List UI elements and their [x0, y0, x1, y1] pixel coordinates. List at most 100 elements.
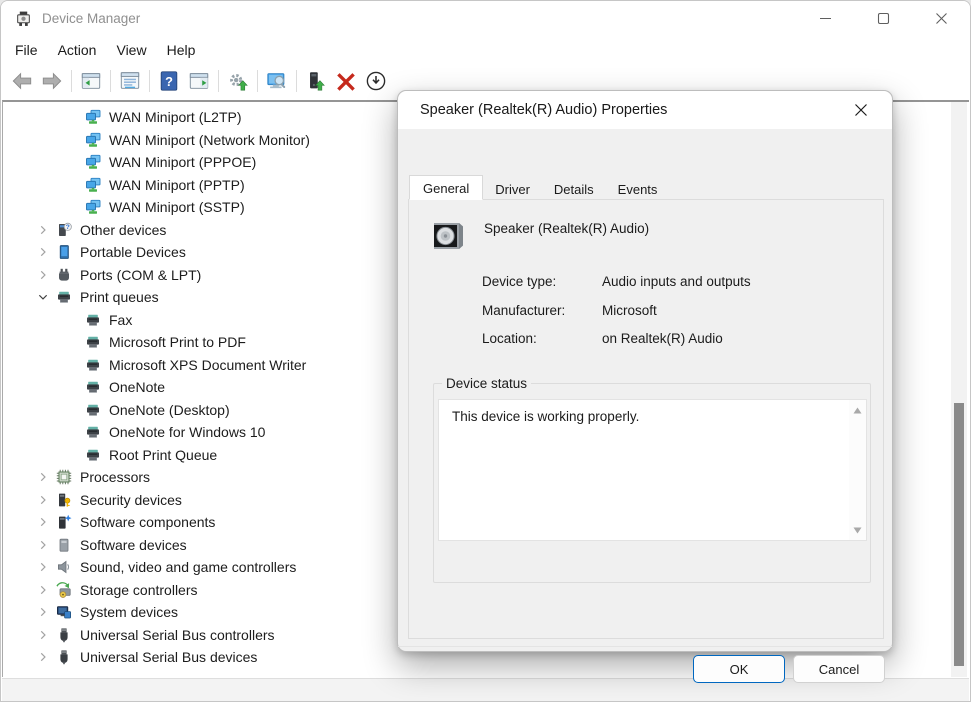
update-driver-button[interactable] — [301, 67, 331, 94]
chevron-right-icon[interactable] — [36, 244, 56, 260]
tab-details[interactable]: Details — [542, 178, 606, 199]
update-driver-icon — [305, 70, 327, 92]
chevron-spacer — [65, 154, 85, 170]
chevron-right-icon[interactable] — [36, 649, 56, 665]
action-pane-icon — [188, 70, 210, 92]
tab-general[interactable]: General — [409, 175, 483, 200]
field-label: Location: — [482, 331, 602, 346]
device-manager-app-icon — [15, 10, 32, 27]
tree-item-label: OneNote — [109, 379, 165, 395]
chevron-right-icon[interactable] — [36, 514, 56, 530]
minimize-button[interactable] — [796, 1, 854, 36]
scroll-up-button[interactable] — [849, 402, 866, 418]
chevron-right-icon[interactable] — [36, 627, 56, 643]
chevron-spacer — [65, 177, 85, 193]
chevron-spacer — [65, 424, 85, 440]
tree-item-label: Print queues — [80, 289, 159, 305]
disable-device-button[interactable] — [361, 67, 391, 94]
dialog-buttons: OK Cancel — [398, 655, 892, 683]
chevron-right-icon[interactable] — [36, 492, 56, 508]
chevron-down-icon[interactable] — [36, 289, 56, 305]
security-icon — [56, 492, 73, 508]
printer-icon — [56, 289, 73, 305]
ports-icon — [56, 267, 73, 283]
storage-icon — [56, 582, 73, 598]
field-value: Audio inputs and outputs — [602, 274, 751, 289]
chevron-spacer — [65, 312, 85, 328]
back-icon — [11, 70, 33, 92]
back-button[interactable] — [7, 67, 37, 94]
chevron-right-icon[interactable] — [36, 537, 56, 553]
processor-icon — [56, 469, 73, 485]
tree-scrollbar[interactable] — [951, 102, 967, 677]
disable-device-icon — [365, 70, 387, 92]
cancel-button[interactable]: Cancel — [793, 655, 885, 683]
printer-icon — [85, 402, 102, 418]
chevron-spacer — [65, 132, 85, 148]
show-console-tree-button[interactable] — [76, 67, 106, 94]
tree-item-label: WAN Miniport (L2TP) — [109, 109, 242, 125]
svg-text:?: ? — [66, 224, 70, 231]
tree-item-label: Security devices — [80, 492, 182, 508]
tree-item-label: Fax — [109, 312, 132, 328]
title-bar: Device Manager — [1, 1, 970, 36]
scan-hardware-icon — [227, 70, 249, 92]
scan-hardware-button[interactable] — [223, 67, 253, 94]
dialog-tabs: GeneralDriverDetailsEvents — [409, 175, 669, 199]
chevron-spacer — [65, 402, 85, 418]
toolbar-separator — [149, 70, 150, 92]
chevron-right-icon[interactable] — [36, 582, 56, 598]
chevron-right-icon[interactable] — [36, 469, 56, 485]
field-label: Manufacturer: — [482, 303, 602, 318]
tree-item-label: Processors — [80, 469, 150, 485]
chevron-right-icon[interactable] — [36, 222, 56, 238]
network-adapter-icon — [85, 132, 102, 148]
tree-item-label: WAN Miniport (SSTP) — [109, 199, 245, 215]
tree-item-label: OneNote for Windows 10 — [109, 424, 265, 440]
network-adapter-icon — [85, 154, 102, 170]
uninstall-device-button[interactable] — [331, 67, 361, 94]
maximize-button[interactable] — [854, 1, 912, 36]
tree-item-label: Other devices — [80, 222, 166, 238]
chevron-spacer — [65, 379, 85, 395]
status-scrollbar[interactable] — [849, 400, 866, 540]
tree-item-label: Storage controllers — [80, 582, 198, 598]
tree-item-label: Ports (COM & LPT) — [80, 267, 201, 283]
tree-item-label: Microsoft XPS Document Writer — [109, 357, 306, 373]
ok-button[interactable]: OK — [693, 655, 785, 683]
action-pane-button[interactable] — [184, 67, 214, 94]
field-location: Location:on Realtek(R) Audio — [482, 331, 751, 360]
search-computer-icon — [266, 70, 288, 92]
menu-file[interactable]: File — [5, 39, 48, 61]
device-status-textarea[interactable]: This device is working properly. — [438, 399, 867, 541]
chevron-right-icon[interactable] — [36, 559, 56, 575]
software-device-icon — [56, 537, 73, 553]
scroll-down-button[interactable] — [849, 522, 866, 538]
dialog-close-button[interactable] — [846, 95, 876, 125]
chevron-right-icon[interactable] — [36, 267, 56, 283]
menu-help[interactable]: Help — [157, 39, 206, 61]
sound-icon — [56, 559, 73, 575]
help-button[interactable]: ? — [154, 67, 184, 94]
general-tab-page: Speaker (Realtek(R) Audio) Device type:A… — [408, 199, 884, 639]
field-manufacturer: Manufacturer:Microsoft — [482, 303, 751, 332]
printer-icon — [85, 312, 102, 328]
network-adapter-icon — [85, 109, 102, 125]
properties-button[interactable] — [115, 67, 145, 94]
tree-item-label: System devices — [80, 604, 178, 620]
toolbar-separator — [71, 70, 72, 92]
network-adapter-icon — [85, 199, 102, 215]
tab-events[interactable]: Events — [606, 178, 670, 199]
search-computer-button[interactable] — [262, 67, 292, 94]
menu-view[interactable]: View — [106, 39, 156, 61]
close-button[interactable] — [912, 1, 970, 36]
tree-item-label: Sound, video and game controllers — [80, 559, 296, 575]
tab-driver[interactable]: Driver — [483, 178, 542, 199]
tree-scrollbar-thumb[interactable] — [954, 403, 964, 666]
forward-button[interactable] — [37, 67, 67, 94]
tree-item-label: WAN Miniport (Network Monitor) — [109, 132, 310, 148]
chevron-right-icon[interactable] — [36, 604, 56, 620]
device-status-label: Device status — [442, 376, 531, 391]
menu-action[interactable]: Action — [48, 39, 107, 61]
field-device-type: Device type:Audio inputs and outputs — [482, 274, 751, 303]
